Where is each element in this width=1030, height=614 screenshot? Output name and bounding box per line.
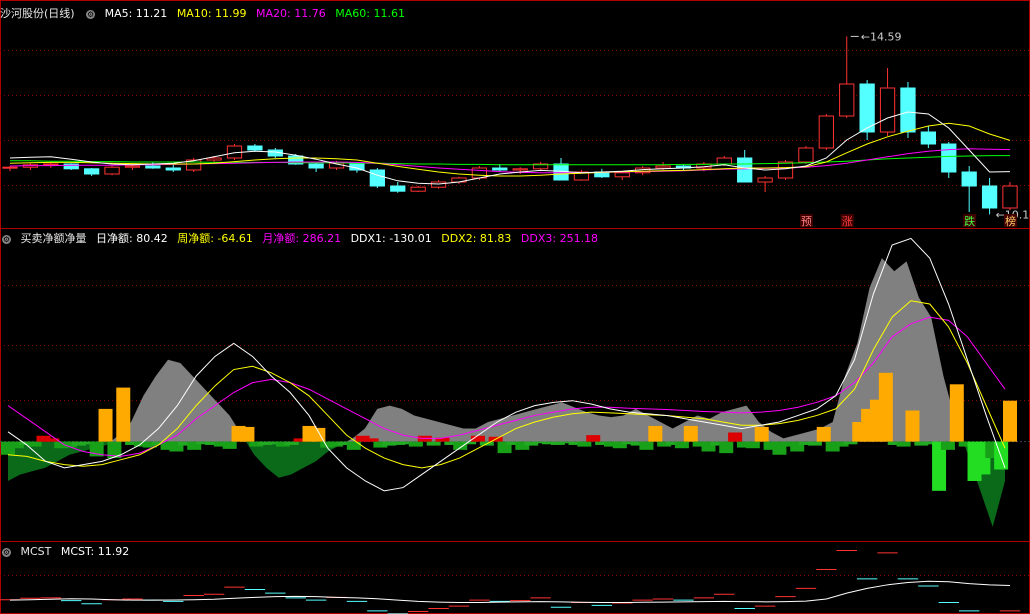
ma5-label: MA5: 11.21 <box>104 7 168 20</box>
flow-bar <box>98 408 113 442</box>
flow-bar <box>683 425 698 442</box>
flow-bar <box>27 441 42 447</box>
mcst-line <box>9 580 1011 604</box>
flow-bar <box>577 441 592 447</box>
candle <box>104 166 120 175</box>
flow-bar <box>878 372 893 442</box>
flow-bar <box>949 384 964 442</box>
flow-bar <box>240 426 255 442</box>
candle <box>145 165 161 169</box>
candle <box>737 157 753 183</box>
chart-canvas: ←14.59←10.14预涨跌榜 <box>0 0 1030 614</box>
flow-bar <box>222 441 237 449</box>
flow-bar <box>346 441 361 450</box>
candle <box>1002 185 1018 209</box>
net-area-positive <box>110 258 964 442</box>
flow-bar <box>816 426 831 442</box>
candle <box>655 165 671 169</box>
candle <box>818 115 834 149</box>
flow-bar <box>994 441 1009 470</box>
candle <box>941 143 957 173</box>
candle <box>83 168 100 175</box>
flow-bar <box>843 441 858 445</box>
flow-bar <box>719 441 734 454</box>
mcst-panel-header: ⚙ MCST MCST: 11.92 <box>0 544 135 560</box>
flow-bar <box>905 410 920 442</box>
flow-bar <box>639 441 654 450</box>
flow-title: 买卖净额净量 <box>20 232 87 245</box>
ma60-label: MA60: 11.61 <box>335 7 405 20</box>
settings-icon[interactable]: ⚙ <box>86 9 96 19</box>
candle <box>512 168 528 171</box>
candle <box>471 167 488 179</box>
tag-label: 涨 <box>842 215 853 228</box>
candle <box>206 157 222 161</box>
flow-panel-header: ⚙ 买卖净额净量 日净额: 80.42 周净额: -64.61 月净额: 286… <box>0 231 604 247</box>
price-panel-header: 沙河股份(日线) ⚙ MA5: 11.21 MA10: 11.99 MA20: … <box>0 6 411 22</box>
ma10-label: MA10: 11.99 <box>176 7 247 20</box>
candle <box>798 147 814 163</box>
tag-label: 榜 <box>1005 214 1016 228</box>
candle <box>369 169 385 187</box>
candle <box>920 131 937 145</box>
ma20-label: MA20: 11.76 <box>256 7 326 20</box>
flow-bar <box>807 441 822 446</box>
weekly-net-label: 周净额: -64.61 <box>177 232 253 245</box>
stock-title: 沙河股份(日线) <box>0 7 75 20</box>
flow-bar <box>116 387 131 442</box>
daily-net-label: 日净额: 80.42 <box>96 232 168 245</box>
candle <box>961 171 977 187</box>
candle <box>492 167 508 171</box>
monthly-net-label: 月净额: 286.21 <box>262 232 342 245</box>
candle <box>2 166 18 169</box>
flow-bar <box>1003 400 1017 442</box>
candle <box>165 167 181 171</box>
flow-bar <box>648 425 663 442</box>
ddx3-label: DDX3: 251.18 <box>520 232 599 245</box>
mcst-value-label: MCST: 11.92 <box>60 545 130 558</box>
flow-bar <box>728 432 743 442</box>
tag-label: 跌 <box>964 214 975 228</box>
flow-bar <box>408 441 423 447</box>
candle <box>410 186 426 192</box>
candle <box>308 163 324 169</box>
ddx2-label: DDX2: 81.83 <box>441 232 512 245</box>
flow-bar <box>364 438 379 442</box>
candle <box>879 87 896 133</box>
candle <box>390 185 406 192</box>
candle <box>716 157 732 165</box>
flow-bar <box>745 441 760 449</box>
high-price-label: ←14.59 <box>861 30 902 43</box>
candle <box>614 172 630 178</box>
candle <box>859 83 875 133</box>
flow-bar <box>754 426 769 442</box>
candle <box>777 161 794 179</box>
mcst-title: MCST <box>20 545 52 558</box>
candle <box>430 181 447 188</box>
flow-bar <box>284 441 299 445</box>
settings-icon[interactable]: ⚙ <box>2 234 11 244</box>
ddx1-label: DDX1: -130.01 <box>350 232 432 245</box>
candle <box>757 177 773 183</box>
candle <box>247 145 263 151</box>
candle <box>900 87 916 133</box>
candle <box>124 165 141 168</box>
ma20-line <box>9 148 1011 174</box>
flow-bar <box>586 435 601 442</box>
flow-bar <box>940 441 955 450</box>
flow-bar <box>896 441 911 447</box>
tag-label: 预 <box>801 215 812 228</box>
flow-bar <box>426 441 441 446</box>
candle <box>43 163 59 166</box>
settings-icon[interactable]: ⚙ <box>2 547 11 557</box>
flow-bar <box>674 441 689 449</box>
candle <box>839 83 855 117</box>
candle <box>981 185 998 209</box>
